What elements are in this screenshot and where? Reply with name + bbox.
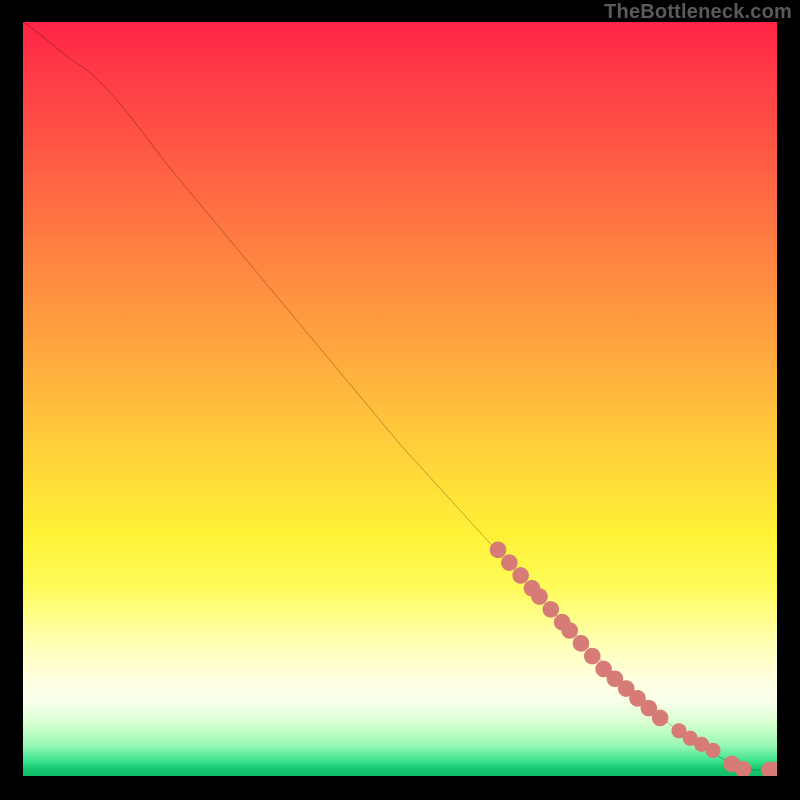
plot-area [23,22,777,776]
chart-stage: TheBottleneck.com [0,0,800,800]
marker-cluster-upper [490,542,669,727]
marker-cluster-mid [671,723,720,758]
watermark-text: TheBottleneck.com [604,1,792,24]
chart-overlay-svg [23,22,777,776]
marker-cluster-lower [723,756,777,776]
bottleneck-curve [23,22,777,770]
